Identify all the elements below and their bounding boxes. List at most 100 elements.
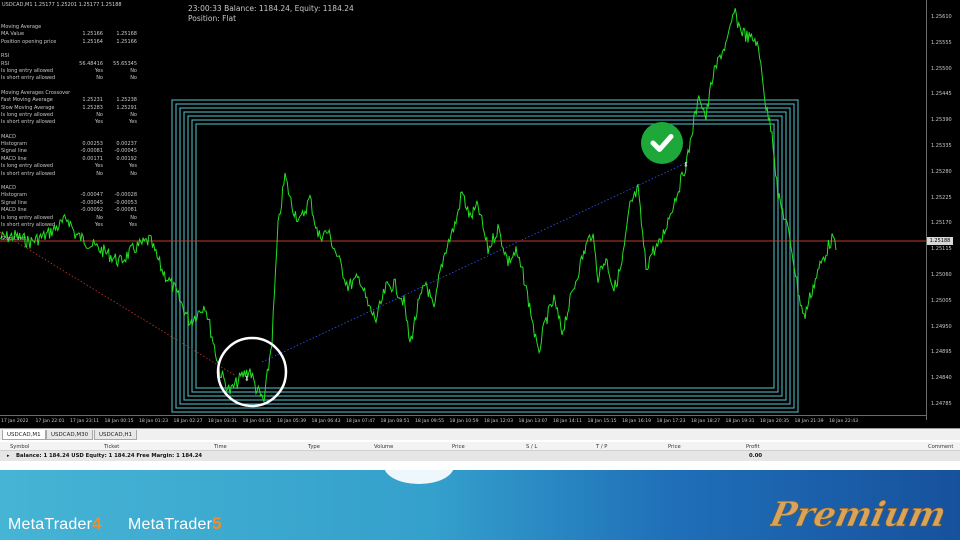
column-header[interactable]: Type <box>308 444 320 450</box>
column-header[interactable]: T / P <box>596 444 607 450</box>
chart-window[interactable]: ⬇ ⬇ USDCAD,M1 1.25177 1.25201 1.25177 1.… <box>0 0 960 428</box>
symbol-header: USDCAD,M1 1.25177 1.25201 1.25177 1.2518… <box>2 2 122 8</box>
trade-arrow-down <box>0 231 237 377</box>
indicator-label: Fast Moving Average <box>1 97 53 104</box>
terminal-panel: Symbol Ticket Time Type Volume Price S / L T / … <box>0 440 960 470</box>
indicator-row: Fast Moving Average 1.25231 1.25238 <box>1 97 141 104</box>
indicator-section: RSI RSI 56.48416 55.65345 Is long entry allo… <box>1 53 141 83</box>
price-tick-label: 1.24840 <box>931 375 952 382</box>
indicator-label: Signal line <box>1 199 27 206</box>
time-tick-label: 18 Jan 14:11 <box>553 419 583 424</box>
mt5-text: MetaTrader <box>128 516 213 533</box>
check-icon <box>641 122 683 164</box>
indicator-value: 1.25168 <box>116 31 137 38</box>
indicator-value <box>79 236 103 243</box>
indicator-label: Histogram <box>1 192 27 199</box>
indicator-label: Position opening price <box>1 38 57 45</box>
indicator-label: Moving Average <box>1 24 42 30</box>
price-tick-label: 1.25610 <box>931 14 952 20</box>
time-tick-label: 18 Jan 21:39 <box>794 419 824 424</box>
time-tick-label: 18 Jan 01:23 <box>139 419 169 424</box>
column-header[interactable]: Volume <box>374 444 393 450</box>
indicator-value: 1.25166 <box>82 31 103 38</box>
indicator-row: Moving Averages Crossover <box>1 90 141 97</box>
time-axis[interactable]: 17 Jan 2022 17 Jan 22:01 17 Jan 23:11 18 Ja… <box>0 415 926 428</box>
time-tick-label: 18 Jan 06:43 <box>311 419 341 424</box>
premium-logo: Premium <box>770 495 950 535</box>
time-tick-label: 18 Jan 10:59 <box>449 419 479 424</box>
price-tick-label: 1.24950 <box>931 323 952 330</box>
indicator-value: No <box>130 111 137 118</box>
indicator-value <box>79 53 103 60</box>
price-tick-label: 1.25115 <box>931 246 952 253</box>
price-tick-label: 1.25500 <box>931 65 952 72</box>
indicator-row: Is long entry allowed Yes No <box>1 68 141 75</box>
indicator-value: No <box>96 214 103 221</box>
price-tick-label: 1.25390 <box>931 117 952 124</box>
indicator-value: Yes <box>94 221 103 228</box>
indicator-value <box>103 236 137 243</box>
indicator-row: Slow Moving Average 1.25283 1.25291 <box>1 105 141 112</box>
indicator-row: MA Value 1.25166 1.25168 <box>1 31 141 38</box>
column-header[interactable]: Profit <box>746 444 760 450</box>
balance-row[interactable]: ▸ Balance: 1 184.24 USD Equity: 1 184.24… <box>0 451 960 461</box>
indicator-label: Is short entry allowed <box>1 221 56 228</box>
price-tick-label: 1.25280 <box>931 168 952 175</box>
indicator-value <box>103 90 137 97</box>
indicator-label: RSI <box>1 60 10 67</box>
ea-status: 23:00:33 Balance: 1184.24, Equity: 1184.… <box>188 4 354 23</box>
indicator-value <box>79 24 103 31</box>
column-header[interactable]: Price <box>452 444 465 450</box>
indicator-label: Moving Averages Crossover <box>1 89 71 96</box>
indicator-label: MACD line <box>1 155 27 162</box>
indicator-label: Is long entry allowed <box>1 163 54 170</box>
column-header[interactable]: Price <box>668 444 681 450</box>
balance-status: 23:00:33 Balance: 1184.24, Equity: 1184.… <box>188 4 354 13</box>
balance-summary: Balance: 1 184.24 USD Equity: 1 184.24 F… <box>16 453 203 459</box>
column-header[interactable]: Comment <box>928 444 953 450</box>
indicator-value <box>79 90 103 97</box>
current-price-marker: 1.25188 <box>927 237 953 245</box>
indicator-value: -0.00045 <box>80 199 103 206</box>
column-header[interactable]: Symbol <box>10 444 29 450</box>
stop-limit-frame <box>187 115 783 397</box>
indicator-section: Stop Limit <box>1 236 141 243</box>
time-tick-label: 18 Jan 03:31 <box>208 419 238 424</box>
indicator-section: MACD Histogram 0.00253 0.00237 Signal line -0… <box>1 134 141 178</box>
indicator-row: Histogram -0.00047 -0.00028 <box>1 192 141 199</box>
chart-tab[interactable]: USDCAD,M1 <box>2 430 46 440</box>
price-tick-label: 1.25335 <box>931 143 952 149</box>
stop-limit-frame <box>179 107 791 405</box>
time-tick-label: 18 Jan 05:39 <box>277 419 307 424</box>
indicator-label: MACD <box>1 133 16 140</box>
indicator-value <box>103 134 137 141</box>
time-tick-label: 18 Jan 16:19 <box>622 419 652 424</box>
indicator-value: No <box>130 75 137 82</box>
price-tick-label: 1.25170 <box>931 220 952 227</box>
indicator-value: 0.00253 <box>82 141 103 148</box>
indicator-value: -0.00045 <box>114 148 137 155</box>
indicator-row: Histogram 0.00253 0.00237 <box>1 141 141 148</box>
indicator-label: Is long entry allowed <box>1 67 54 74</box>
column-header[interactable]: Time <box>214 444 227 450</box>
chart-tab[interactable]: USDCAD,H1 <box>94 430 137 440</box>
indicator-value: 1.25291 <box>116 104 137 111</box>
banner-decoration <box>384 470 454 484</box>
time-tick-label: 17 Jan 23:11 <box>70 419 100 424</box>
price-scale[interactable]: 1.25610 1.25555 1.25500 1.25445 1.25390 1.253… <box>926 0 960 420</box>
mt5-number: 5 <box>212 514 222 533</box>
time-tick-label: 18 Jan 12:03 <box>484 419 514 424</box>
expand-icon[interactable]: ▸ <box>7 451 10 461</box>
indicator-value: 0.00192 <box>116 155 137 162</box>
indicator-section: Moving Average MA Value 1.25166 1.25168 Posi… <box>1 24 141 46</box>
indicator-row: RSI 56.48416 55.65345 <box>1 61 141 68</box>
time-tick-label: 18 Jan 02:27 <box>173 419 203 424</box>
chart-tab[interactable]: USDCAD,M30 <box>46 430 94 440</box>
indicator-value <box>79 134 103 141</box>
indicator-value: 1.25283 <box>82 104 103 111</box>
indicator-panel: Moving Average MA Value 1.25166 1.25168 Posi… <box>1 24 141 251</box>
indicator-value: No <box>96 170 103 177</box>
indicator-value: 1.25166 <box>116 38 137 45</box>
column-header[interactable]: S / L <box>526 444 537 450</box>
column-header[interactable]: Ticket <box>104 444 119 450</box>
